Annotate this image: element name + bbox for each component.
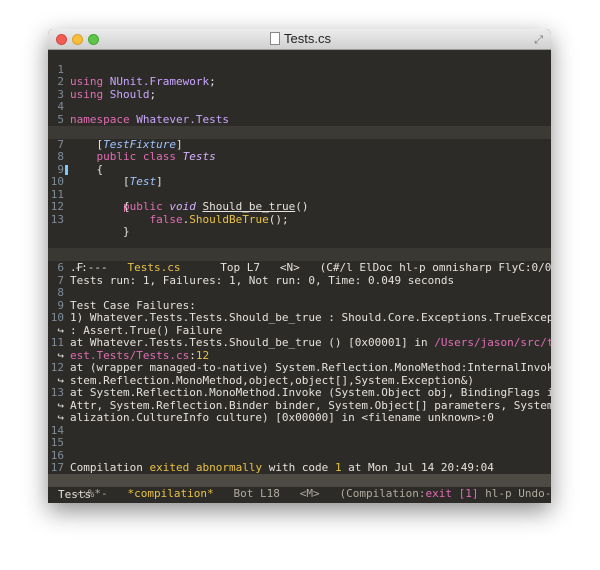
code-line: 4 namespace Whatever.Tests xyxy=(48,89,551,125)
flycheck-fringe-icon xyxy=(65,164,68,175)
mode-line-compilation[interactable]: -:%*- *compilation* Bot L18 <M> (Compila… xyxy=(48,474,551,500)
zoom-button[interactable] xyxy=(88,34,99,45)
minibuffer-text: Tests xyxy=(58,488,92,501)
compilation-line: 8 xyxy=(57,286,64,299)
compilation-line: 6 .F xyxy=(57,261,84,274)
window-title: Tests.cs xyxy=(284,31,331,46)
compilation-line: 15 xyxy=(50,436,64,449)
compilation-line: 10 1) Whatever.Tests.Tests.Should_be_true… xyxy=(50,311,551,324)
title-bar: Tests.cs ⤢ xyxy=(48,29,551,50)
document-icon xyxy=(270,32,280,45)
code-line: 8 { xyxy=(48,139,551,175)
code-line: 12 false.ShouldBeTrue(); xyxy=(48,189,551,225)
code-line: 13 } xyxy=(48,201,551,238)
code-line: 11 { xyxy=(48,176,551,213)
code-line-current: 7 public class Tests xyxy=(48,126,551,163)
emacs-window: Tests.cs ⤢ 1 using NUnit.Framework; 2 us… xyxy=(48,29,551,503)
compilation-line: 12 at (wrapper managed-to-native) System.… xyxy=(50,361,551,374)
code-line: 3 xyxy=(48,76,551,100)
compilation-buffer[interactable]: 6 .F 7 Tests run: 1, Failures: 1, Not run:… xyxy=(48,261,551,474)
error-line-number[interactable]: 12 xyxy=(196,349,209,362)
line-number: 13 xyxy=(50,212,64,226)
compilation-line: 17 Compilation exited abnormally with cod… xyxy=(50,461,494,474)
code-line: 2 using Should; xyxy=(48,64,551,100)
mode-line-code[interactable]: -:--- Tests.cs Top L7 <N> (C#/l ElDoc hl… xyxy=(48,248,551,274)
error-file-link[interactable]: est.Tests/Tests.cs xyxy=(70,349,189,362)
error-file-link[interactable]: /Users/jason/src/test/t xyxy=(434,336,551,349)
code-line: 9 [Test] xyxy=(48,151,551,188)
compilation-line: 13 at System.Reflection.MonoMethod.Invoke… xyxy=(50,386,551,399)
code-line: 1 using NUnit.Framework; xyxy=(48,51,551,88)
wrap-arrow-icon: ↪ xyxy=(57,411,64,424)
code-buffer[interactable]: 1 using NUnit.Framework; 2 using Should;… xyxy=(48,49,551,248)
compilation-line: 7 Tests run: 1, Failures: 1, Not run: 0, … xyxy=(57,273,455,287)
fullscreen-icon[interactable]: ⤢ xyxy=(534,33,543,47)
code-line: 6 [TestFixture] xyxy=(48,114,551,150)
minibuffer[interactable]: Tests xyxy=(48,487,551,503)
close-button[interactable] xyxy=(56,34,67,45)
code-line: 5 { xyxy=(48,101,551,138)
code-line: 10 public void Should_be_true() xyxy=(48,164,551,213)
compilation-line-wrapped: ↪ alization.CultureInfo culture) [0x00000… xyxy=(48,411,551,425)
minimize-button[interactable] xyxy=(72,34,83,45)
code-text: } xyxy=(70,225,130,238)
compilation-line: 14 xyxy=(50,423,64,437)
